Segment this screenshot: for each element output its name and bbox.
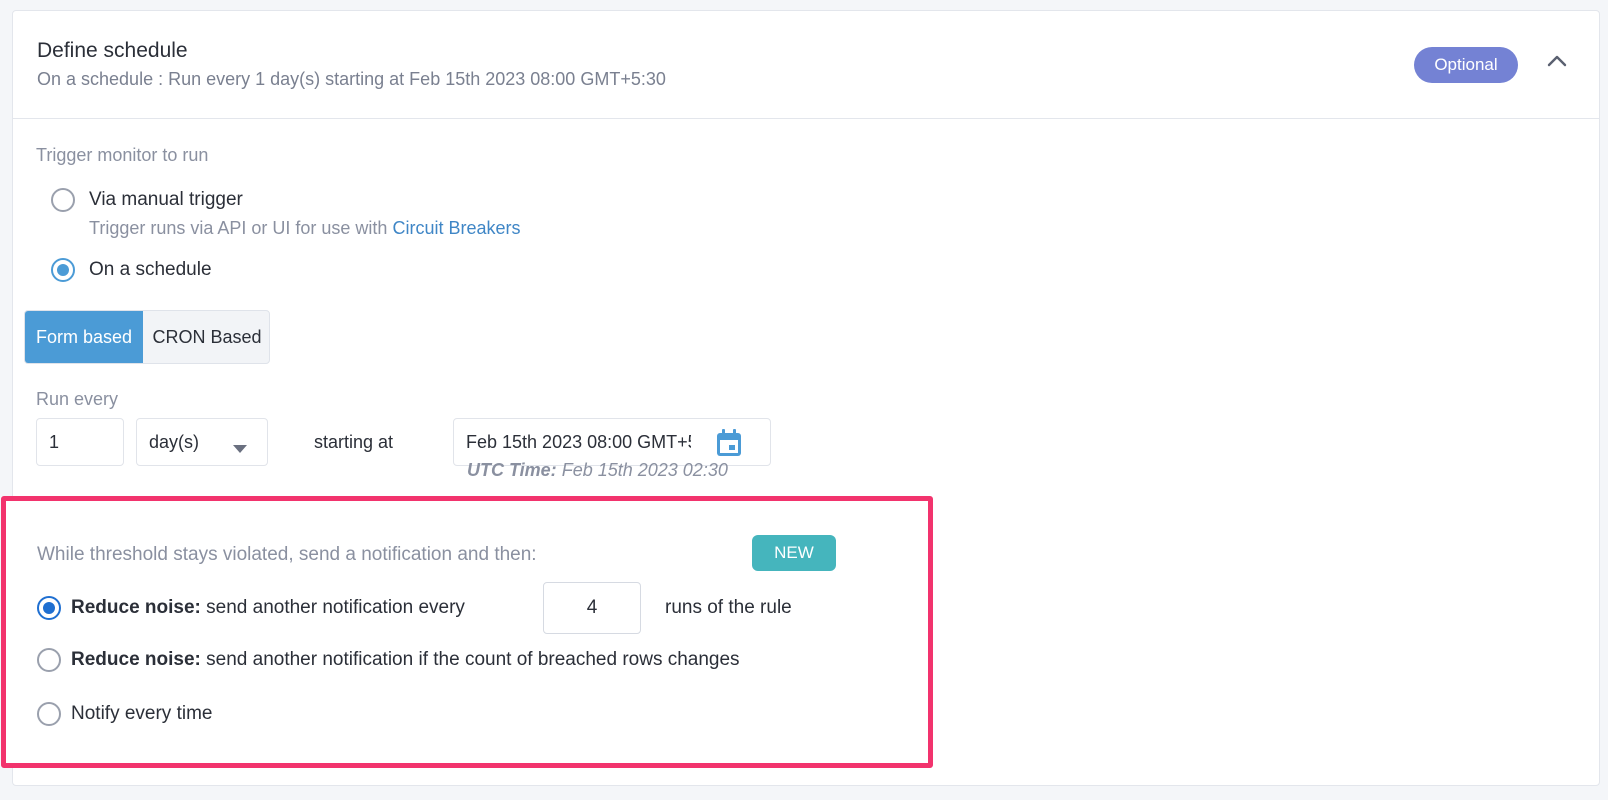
manual-trigger-label[interactable]: Via manual trigger [89,189,243,211]
notify-every-n-runs-text: send another notification every [206,597,465,618]
runs-suffix-label: runs of the rule [665,597,792,618]
starting-at-label: starting at [314,432,394,452]
caret-down-icon [233,437,247,458]
schedule-radio[interactable] [51,258,75,282]
collapse-button[interactable] [1543,49,1571,77]
notify-every-n-runs-radio[interactable] [37,596,61,620]
chevron-up-icon [1547,54,1567,72]
schedule-label[interactable]: On a schedule [89,259,212,281]
notify-on-count-change-text: send another notification if the count o… [206,649,740,670]
panel-title: Define schedule [37,39,188,62]
run-unit-value: day(s) [149,431,200,452]
tab-form-based[interactable]: Form based [25,311,143,363]
trigger-label: Trigger monitor to run [36,145,209,165]
manual-trigger-description: Trigger runs via API or UI for use with … [89,218,520,239]
start-datetime-input[interactable]: Feb 15th 2023 08:00 GMT+5:30 [453,418,771,466]
schedule-mode-toggle: Form based CRON Based [24,310,270,364]
notify-every-time-radio[interactable] [37,702,61,726]
notify-on-count-change-label[interactable]: Reduce noise: send another notification … [71,649,740,671]
notify-on-count-change-bold: Reduce noise: [71,649,201,670]
notification-heading: While threshold stays violated, send a n… [37,544,537,565]
runs-count-input[interactable]: 4 [543,582,641,634]
notify-every-time-label[interactable]: Notify every time [71,703,212,725]
panel-subtitle: On a schedule : Run every 1 day(s) start… [37,69,666,89]
run-every-input[interactable]: 1 [36,418,124,466]
utc-time-value: Feb 15th 2023 02:30 [561,460,728,480]
utc-time-label: UTC Time: [467,460,557,480]
optional-badge: Optional [1414,47,1518,83]
circuit-breakers-link[interactable]: Circuit Breakers [392,218,520,238]
notify-every-n-runs-bold: Reduce noise: [71,597,201,618]
run-unit-select[interactable]: day(s) [136,418,268,466]
utc-time: UTC Time: Feb 15th 2023 02:30 [467,460,728,481]
tab-cron-based[interactable]: CRON Based [143,311,269,363]
manual-trigger-description-text: Trigger runs via API or UI for use with [89,218,393,238]
panel-header[interactable]: Define schedule On a schedule : Run ever… [13,11,1599,119]
new-badge: NEW [752,535,836,571]
run-every-label: Run every [36,389,119,409]
calendar-icon[interactable] [716,429,742,462]
notify-on-count-change-radio[interactable] [37,648,61,672]
notify-every-n-runs-label[interactable]: Reduce noise: send another notification … [71,597,465,619]
start-datetime-value: Feb 15th 2023 08:00 GMT+5:30 [466,431,691,452]
manual-trigger-radio[interactable] [51,188,75,212]
